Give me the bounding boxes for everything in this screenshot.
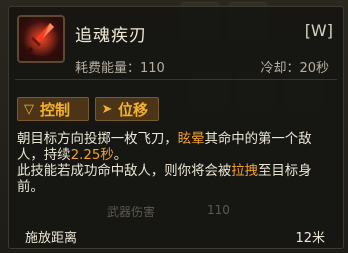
cast-range-label: 施放距离 [25, 231, 78, 246]
cast-range-value: 12米 [295, 231, 325, 246]
skill-icon-frame [17, 15, 65, 63]
hotkey-label: [W] [304, 21, 333, 40]
dagger-icon [23, 21, 59, 57]
skill-name: 追魂疾刃 [75, 26, 147, 46]
tag-label: 位移 [118, 100, 149, 119]
cooldown: 冷却：20秒 [260, 61, 329, 76]
pull-keyword: 拉拽 [231, 164, 259, 179]
duration-value: 2.25秒 [70, 148, 114, 163]
weapon-damage-label: 武器伤害 [107, 205, 156, 219]
tag-displacement: ➤ 位移 [95, 97, 159, 121]
desc-text: 此技能若成功命中敌人，则你将会被 [17, 164, 232, 179]
skill-description: 朝目标方向投掷一枚飞刀，眩晕其命中的第一个敌人，持续2.25秒。 此技能若成功命… [17, 132, 337, 196]
tag-control: ▽ 控制 [17, 97, 89, 121]
skill-tooltip: 追魂疾刃 [W] 耗费能量：110 冷却：20秒 ▽ 控制 ➤ 位移 朝目标方向… [8, 6, 344, 249]
desc-text: 朝目标方向投掷一枚飞刀， [17, 132, 178, 147]
weapon-damage-value: 110 [207, 203, 230, 217]
divider [15, 79, 337, 80]
tag-label: 控制 [40, 100, 71, 119]
control-icon: ▽ [24, 101, 34, 117]
energy-cost: 耗费能量：110 [75, 61, 165, 76]
displacement-icon: ➤ [101, 101, 113, 117]
stun-keyword: 眩晕 [177, 132, 205, 147]
desc-text: 。 [113, 148, 128, 163]
